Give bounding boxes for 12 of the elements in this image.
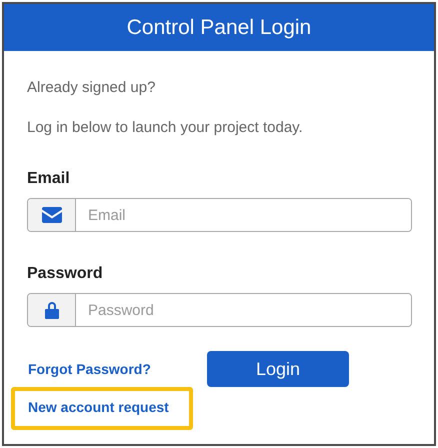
envelope-icon	[40, 207, 62, 223]
panel-title: Control Panel Login	[126, 16, 312, 40]
input-field[interactable]: Email	[27, 198, 412, 232]
text-link[interactable]: New account request	[28, 399, 169, 415]
input-field[interactable]: Password	[27, 293, 412, 327]
intro-text: Already signed up?	[27, 78, 156, 98]
intro-text: Log in below to launch your project today.	[27, 118, 304, 138]
field-label: Email	[27, 170, 71, 188]
login-button[interactable]: Login	[207, 351, 349, 387]
text-link[interactable]: Forgot Password?	[28, 361, 151, 377]
field-label: Password	[27, 265, 104, 283]
lock-icon	[44, 301, 58, 319]
